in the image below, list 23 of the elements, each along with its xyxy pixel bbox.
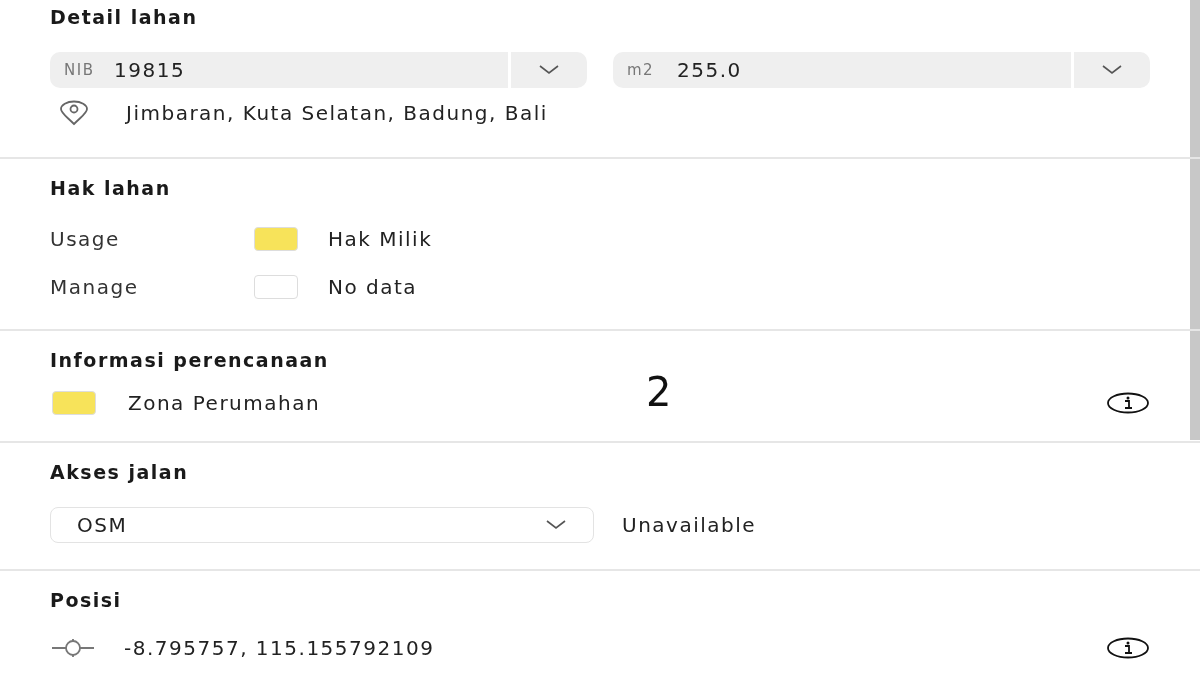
right-value: Hak Milik [328, 227, 433, 251]
info-icon[interactable] [1106, 392, 1150, 414]
info-icon[interactable] [1106, 637, 1150, 659]
zone-label: Zona Perumahan [128, 391, 322, 415]
right-label: Manage [50, 275, 140, 299]
address-text: Jimbaran, Kuta Selatan, Badung, Bali [126, 101, 548, 125]
step-number: 2 [646, 369, 673, 415]
right-label: Usage [50, 227, 121, 251]
dropdown-field[interactable]: m2 255.0 [613, 52, 1150, 88]
section-title: Detail lahan [50, 5, 199, 30]
chevron-down-icon [545, 519, 567, 531]
chevron-down-icon [538, 64, 560, 76]
coordinates-text: -8.795757, 115.155792109 [124, 636, 436, 660]
chevron-down-icon [1101, 64, 1123, 76]
status-text: Unavailable [622, 513, 757, 537]
source-dropdown[interactable]: OSM [50, 507, 594, 543]
section-title: Akses jalan [50, 460, 190, 485]
scrollbar[interactable] [1190, 0, 1200, 440]
section-title: Hak lahan [50, 176, 172, 201]
right-value: No data [328, 275, 418, 299]
dropdown-field[interactable]: NIB 19815 [50, 52, 587, 88]
section-title: Posisi [50, 588, 123, 613]
section-title: Informasi perencanaan [50, 348, 330, 373]
